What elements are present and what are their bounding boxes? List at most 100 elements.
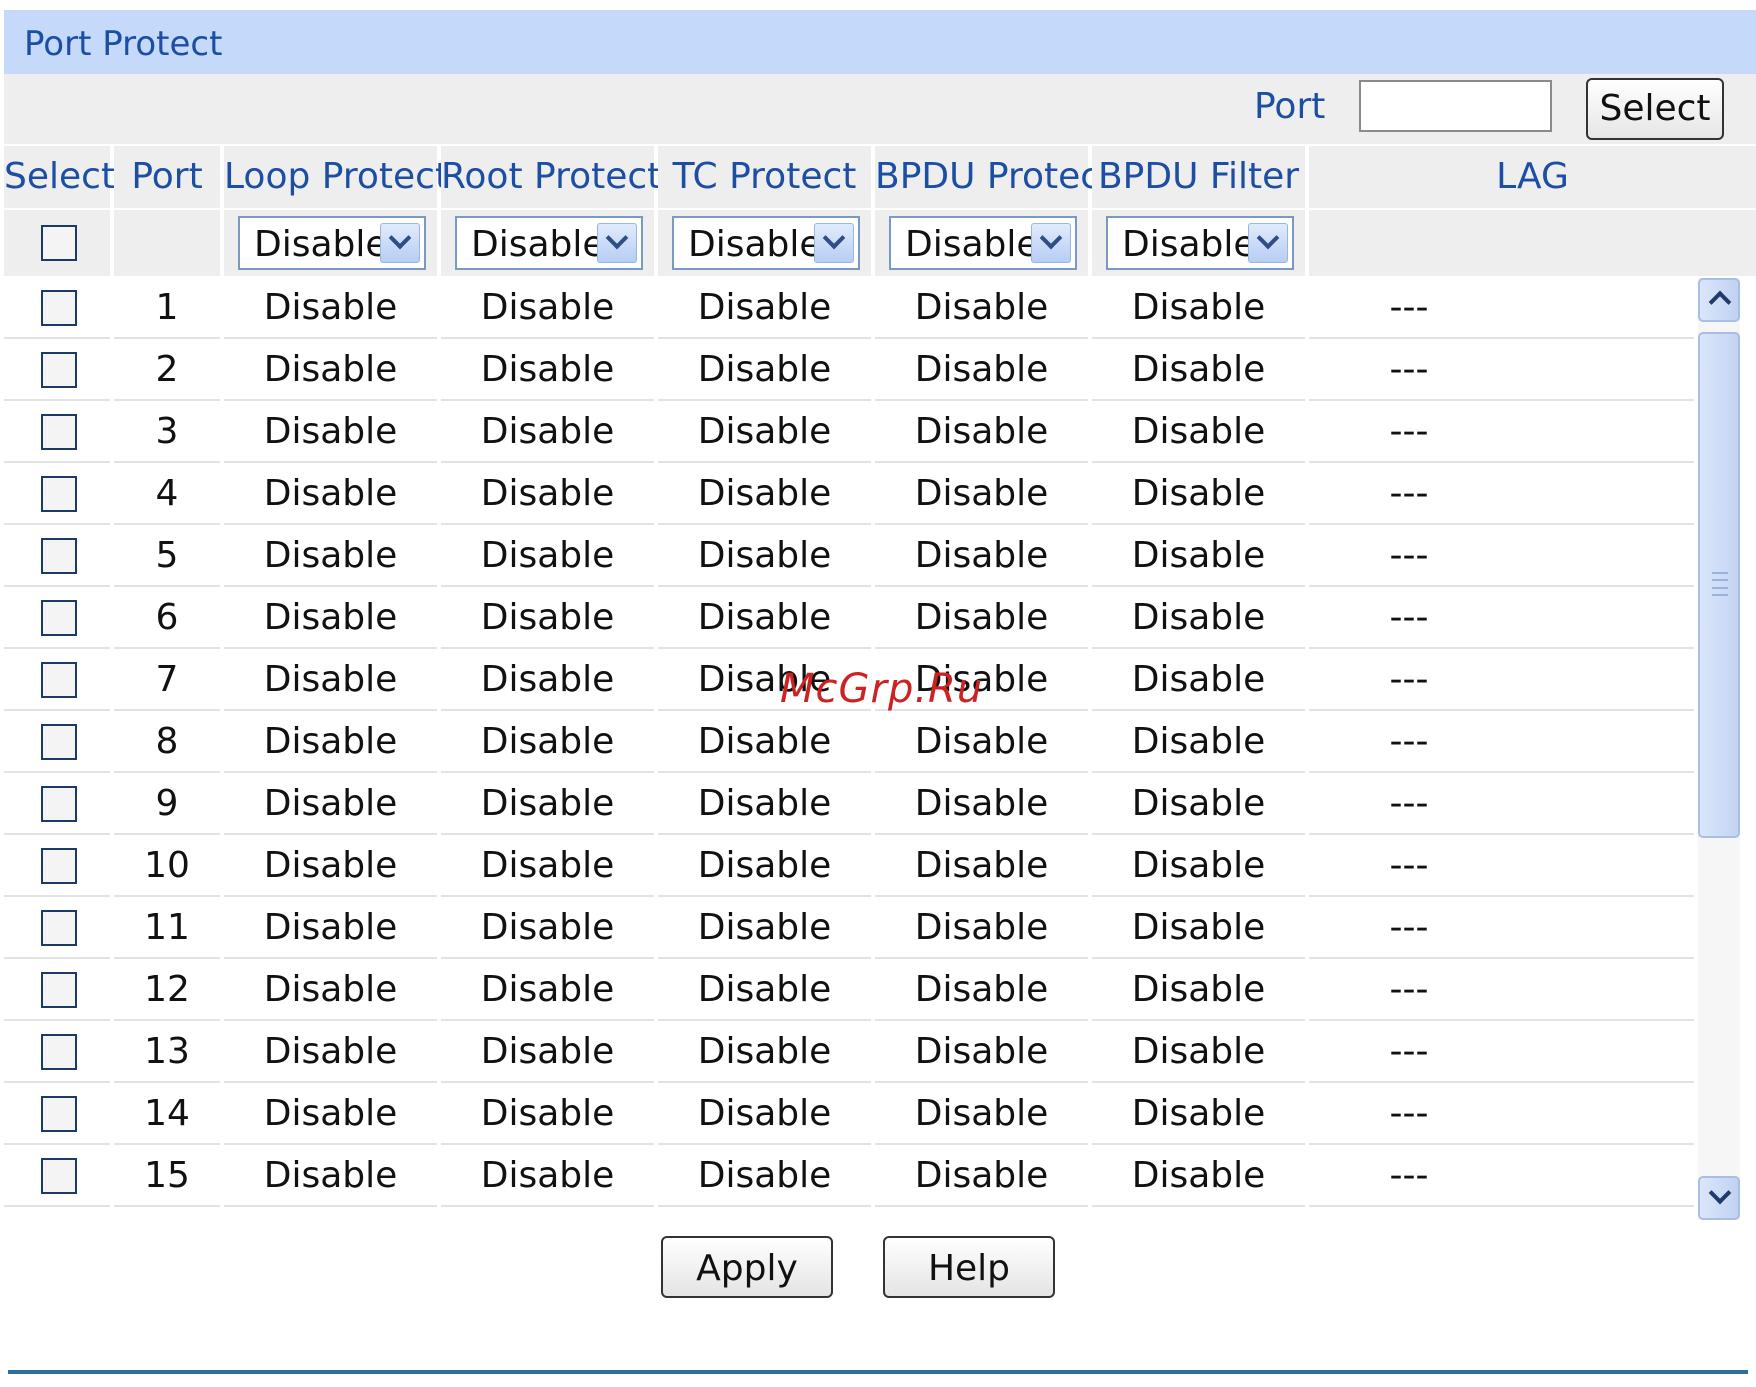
port-number: 7 (114, 650, 220, 711)
port-number: 14 (114, 1084, 220, 1145)
panel-title: Port Protect (24, 24, 223, 64)
row-select-checkbox[interactable] (41, 414, 77, 450)
watermark-text: McGrp.Ru (780, 666, 984, 712)
row-select-checkbox[interactable] (41, 786, 77, 822)
column-header-loop-protect: Loop Protect (224, 146, 449, 208)
port-number: 9 (114, 774, 220, 835)
loop-protect-value: Disable (224, 1022, 437, 1083)
grip-icon (1712, 572, 1728, 596)
table-scrollbar[interactable] (1698, 278, 1740, 1220)
chevron-down-icon[interactable] (597, 223, 637, 263)
bpdu-protect-select[interactable]: Disable (889, 216, 1077, 270)
port-number: 13 (114, 1022, 220, 1083)
scroll-down-icon[interactable] (1698, 1176, 1740, 1220)
root-protect-value: Disable (441, 464, 654, 525)
row-select-checkbox[interactable] (41, 600, 77, 636)
bpdu-protect-value: Disable (875, 464, 1088, 525)
root-protect-value: Disable (441, 278, 654, 339)
root-protect-value: Disable (441, 1084, 654, 1145)
bpdu-protect-value: Disable (875, 1146, 1088, 1207)
bpdu-protect-value: Disable (875, 1022, 1088, 1083)
tc-protect-value: Disable (658, 402, 871, 463)
table-row: 1 Disable Disable Disable Disable Disabl… (4, 278, 1694, 340)
port-number: 12 (114, 960, 220, 1021)
port-number: 3 (114, 402, 220, 463)
bpdu-filter-value: Disable (1092, 1084, 1305, 1145)
port-table: 1 Disable Disable Disable Disable Disabl… (4, 278, 1694, 1220)
port-filter-input[interactable] (1359, 80, 1552, 132)
root-protect-value: Disable (441, 340, 654, 401)
loop-protect-value: Disable (224, 1084, 437, 1145)
bpdu-protect-value: Disable (875, 402, 1088, 463)
port-number: 11 (114, 898, 220, 959)
lag-value: --- (1309, 960, 1694, 1021)
tc-protect-select[interactable]: Disable (672, 216, 860, 270)
lag-value: --- (1309, 1146, 1694, 1207)
row-select-checkbox[interactable] (41, 724, 77, 760)
scrollbar-thumb[interactable] (1698, 332, 1740, 838)
tc-protect-value: Disable (658, 1146, 871, 1207)
bpdu-protect-value: Disable (875, 588, 1088, 649)
row-select-checkbox[interactable] (41, 972, 77, 1008)
row-select-checkbox[interactable] (41, 662, 77, 698)
tc-protect-value: Disable (658, 526, 871, 587)
bpdu-protect-value: Disable (875, 1084, 1088, 1145)
row-select-checkbox[interactable] (41, 1034, 77, 1070)
bpdu-protect-value: Disable (875, 774, 1088, 835)
tc-protect-value: Disable (658, 278, 871, 339)
chevron-down-icon[interactable] (1248, 223, 1288, 263)
bpdu-filter-value: Disable (1092, 278, 1305, 339)
row-select-checkbox[interactable] (41, 910, 77, 946)
row-select-checkbox[interactable] (41, 476, 77, 512)
scroll-up-icon[interactable] (1698, 278, 1740, 322)
port-number: 10 (114, 836, 220, 897)
column-header-port: Port (114, 146, 220, 208)
lag-value: --- (1309, 898, 1694, 959)
root-protect-value: Disable (441, 1022, 654, 1083)
row-select-checkbox[interactable] (41, 1158, 77, 1194)
bpdu-filter-value: Disable (1092, 898, 1305, 959)
lag-value: --- (1309, 1084, 1694, 1145)
port-number: 5 (114, 526, 220, 587)
column-header-bpdu-filter: BPDU Filter (1092, 146, 1305, 208)
bpdu-protect-value: Disable (875, 960, 1088, 1021)
lag-value: --- (1309, 650, 1694, 711)
loop-protect-select[interactable]: Disable (238, 216, 426, 270)
bpdu-filter-value: Disable (1092, 464, 1305, 525)
bpdu-filter-select[interactable]: Disable (1106, 216, 1294, 270)
chevron-down-icon[interactable] (380, 223, 420, 263)
lag-value: --- (1309, 712, 1694, 773)
table-row: 11 Disable Disable Disable Disable Disab… (4, 898, 1694, 960)
bpdu-protect-value: Disable (875, 836, 1088, 897)
port-number: 8 (114, 712, 220, 773)
loop-protect-value: Disable (224, 278, 437, 339)
loop-protect-value: Disable (224, 340, 437, 401)
row-select-checkbox[interactable] (41, 538, 77, 574)
tc-protect-value: Disable (658, 712, 871, 773)
table-row: 4 Disable Disable Disable Disable Disabl… (4, 464, 1694, 526)
bulk-settings-row: Disable Disable Disable Disable Disable (4, 210, 1756, 276)
tc-protect-value: Disable (658, 340, 871, 401)
row-select-checkbox[interactable] (41, 848, 77, 884)
help-button[interactable]: Help (883, 1236, 1055, 1298)
lag-value: --- (1309, 836, 1694, 897)
port-select-button[interactable]: Select (1586, 78, 1724, 140)
chevron-down-icon[interactable] (814, 223, 854, 263)
loop-protect-value: Disable (224, 402, 437, 463)
root-protect-value: Disable (441, 650, 654, 711)
loop-protect-value: Disable (224, 526, 437, 587)
root-protect-value: Disable (441, 588, 654, 649)
bpdu-protect-value: Disable (875, 898, 1088, 959)
bpdu-protect-value: Disable (875, 278, 1088, 339)
row-select-checkbox[interactable] (41, 352, 77, 388)
table-row: 12 Disable Disable Disable Disable Disab… (4, 960, 1694, 1022)
root-protect-value: Disable (441, 526, 654, 587)
row-select-checkbox[interactable] (41, 290, 77, 326)
root-protect-select[interactable]: Disable (455, 216, 643, 270)
row-select-checkbox[interactable] (41, 1096, 77, 1132)
chevron-down-icon[interactable] (1031, 223, 1071, 263)
table-row: 13 Disable Disable Disable Disable Disab… (4, 1022, 1694, 1084)
apply-button[interactable]: Apply (661, 1236, 833, 1298)
select-all-checkbox[interactable] (41, 225, 77, 261)
table-header: Select Port Loop Protect Root Protect TC… (4, 146, 1756, 208)
